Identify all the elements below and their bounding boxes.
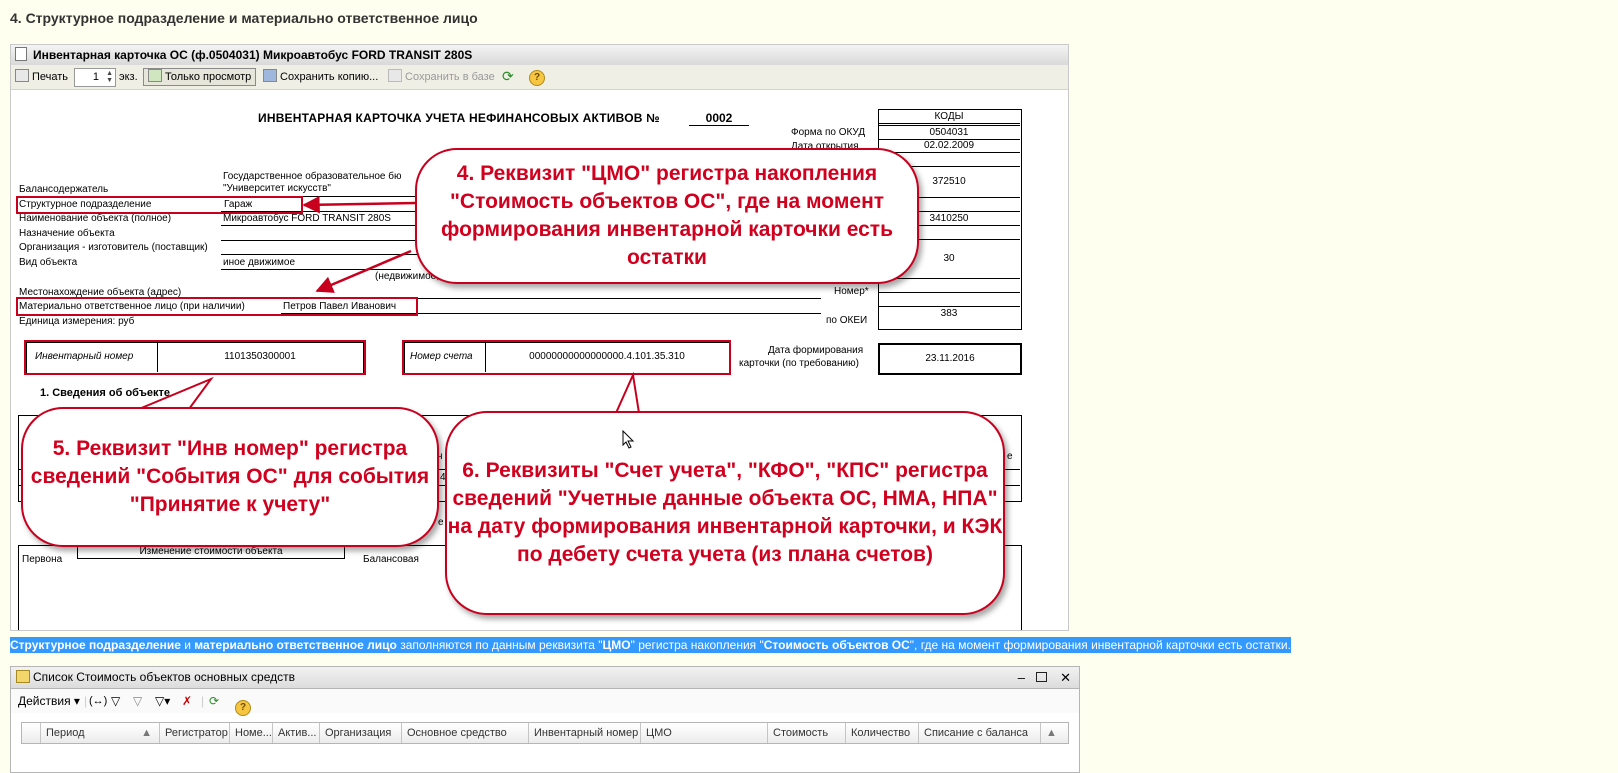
sort-icon: ▲ [141,727,152,739]
inventory-card-window: Инвентарная карточка ОС (ф.0504031) Микр… [10,44,1069,631]
list-window-title: Список Стоимость объектов основных средс… [33,670,296,684]
clear-filter-icon[interactable]: ✗ [182,689,192,713]
callout-6-tail [614,371,641,414]
list-title-bar: Список Стоимость объектов основных средс… [11,667,1079,689]
filter-menu-icon[interactable]: ▽▾ [155,689,170,713]
list-window-icon [16,670,30,683]
col-period[interactable]: Период ▲ [40,723,158,743]
col-quantity[interactable]: Количество [845,723,917,743]
callout-account-details: 6. Реквизиты "Счет учета", "КФО", "КПС" … [445,411,1005,615]
list-help-button[interactable]: ? [235,694,251,718]
col-inventory-number[interactable]: Инвентарный номер [528,723,639,743]
toolbar-separator: | [201,694,205,708]
col-cmo[interactable]: ЦМО [640,723,766,743]
col-number[interactable]: Номе... [229,723,272,743]
interval-icon[interactable]: (↔) [89,689,107,713]
col-write-off[interactable]: Списание с баланса [918,723,1039,743]
help-icon: ? [235,700,251,716]
callout-5-tail [138,376,214,410]
description-text: Структурное подразделение и материально … [10,637,1291,653]
scroll-up-icon[interactable]: ▲ [1040,723,1066,743]
cost-list-window: Список Стоимость объектов основных средс… [10,666,1080,773]
actions-menu[interactable]: Действия ▾ [18,689,80,713]
maximize-button[interactable] [1036,672,1047,682]
col-registrar[interactable]: Регистратор [159,723,228,743]
close-button[interactable]: ✕ [1060,667,1071,688]
callout-inventory-number: 5. Реквизит "Инв номер" регистра сведени… [21,407,439,547]
minimize-button[interactable]: – [1018,667,1025,688]
col-organization[interactable]: Организация [319,723,400,743]
callout-cmo: 4. Реквизит "ЦМО" регистра накопления "С… [415,148,919,284]
col-active[interactable]: Актив... [272,723,318,743]
filter-icon[interactable]: ▽ [111,689,120,713]
toolbar-separator: | [84,694,88,708]
filter-value-icon[interactable]: ▽ [133,689,142,713]
list-grid-header: Период ▲ Регистратор Номе... Актив... Орг… [21,722,1069,744]
refresh-list-icon[interactable]: ⟳ [209,689,219,713]
col-fixed-asset[interactable]: Основное средство [401,723,527,743]
col-cost[interactable]: Стоимость [767,723,844,743]
list-toolbar: Действия ▾ | (↔) ▽ ▽ ▽▾ ✗ | ⟳ ? [11,689,1079,716]
mouse-cursor-icon [622,430,635,449]
arrow-to-mol [315,249,412,293]
section-heading: 4. Структурное подразделение и материаль… [10,10,478,26]
arrow-to-unit [302,195,417,214]
